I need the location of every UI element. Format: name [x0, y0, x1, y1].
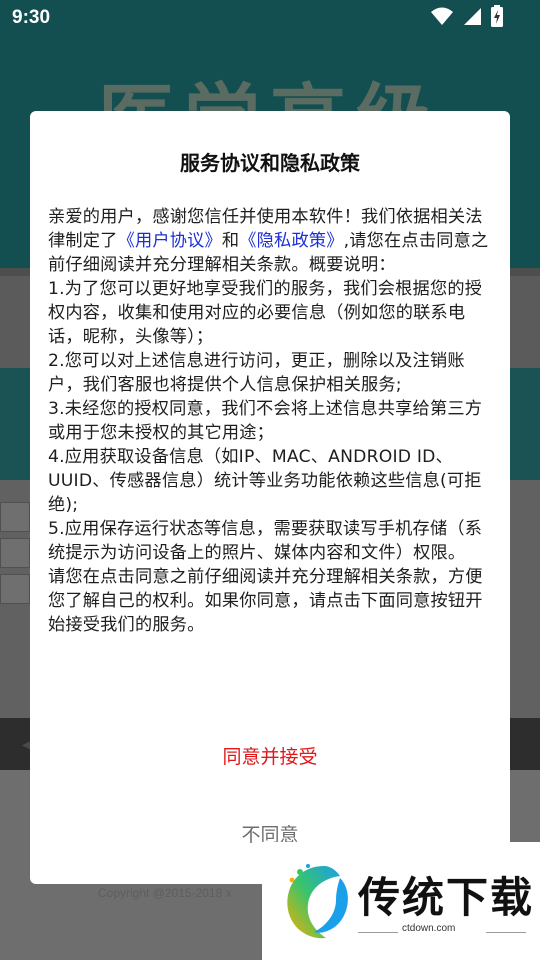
privacy-policy-link[interactable]: 《隐私政策》	[239, 231, 343, 251]
summary-item-3: 3.未经您的授权同意，我们不会将上述信息共享给第三方或用于您未授权的其它用途；	[48, 399, 483, 443]
battery-icon	[490, 5, 504, 31]
intro-paragraph: 亲爱的用户，感谢您信任并使用本软件！我们依据相关法律制定了《用户协议》和《隐私政…	[48, 205, 494, 277]
intro-and-text: 和	[221, 231, 240, 251]
summary-item-2: 2.您可以对上述信息进行访问，更正，删除以及注销账户，我们客服也将提供个人信息保…	[48, 351, 465, 395]
signal-icon	[462, 6, 482, 30]
agree-button[interactable]: 同意并接受	[30, 737, 510, 777]
dialog-title: 服务协议和隐私政策	[180, 151, 360, 175]
summary-item-5: 5.应用保存运行状态等信息，需要获取读写手机存储（系统提示为访问设备上的照片、媒…	[48, 519, 483, 563]
watermark-logo-icon	[287, 864, 348, 939]
closing-paragraph: 请您在点击同意之前仔细阅读并充分理解相关条款，方便您了解自己的权利。如果你同意，…	[48, 567, 483, 635]
summary-item-4: 4.应用获取设备信息（如IP、MAC、ANDROID ID、UUID、传感器信息…	[48, 447, 482, 515]
watermark: 传统下载 ctdown.com	[262, 842, 540, 960]
user-agreement-link[interactable]: 《用户协议》	[118, 231, 222, 251]
wifi-icon	[430, 6, 454, 30]
dialog-body: 亲爱的用户，感谢您信任并使用本软件！我们依据相关法律制定了《用户协议》和《隐私政…	[48, 205, 494, 637]
watermark-text: 传统下载	[358, 873, 535, 922]
summary-item-1: 1.为了您可以更好地享受我们的服务，我们会根据您的授权内容，收集和使用对应的必要…	[48, 279, 483, 347]
privacy-dialog: 服务协议和隐私政策 亲爱的用户，感谢您信任并使用本软件！我们依据相关法律制定了《…	[30, 111, 510, 884]
watermark-url: ctdown.com	[402, 923, 456, 934]
status-icons	[430, 5, 504, 31]
copyright-text: Copyright @2015-2018 x	[98, 886, 232, 900]
status-time: 9:30	[12, 7, 51, 28]
status-bar: 9:30	[0, 0, 540, 36]
